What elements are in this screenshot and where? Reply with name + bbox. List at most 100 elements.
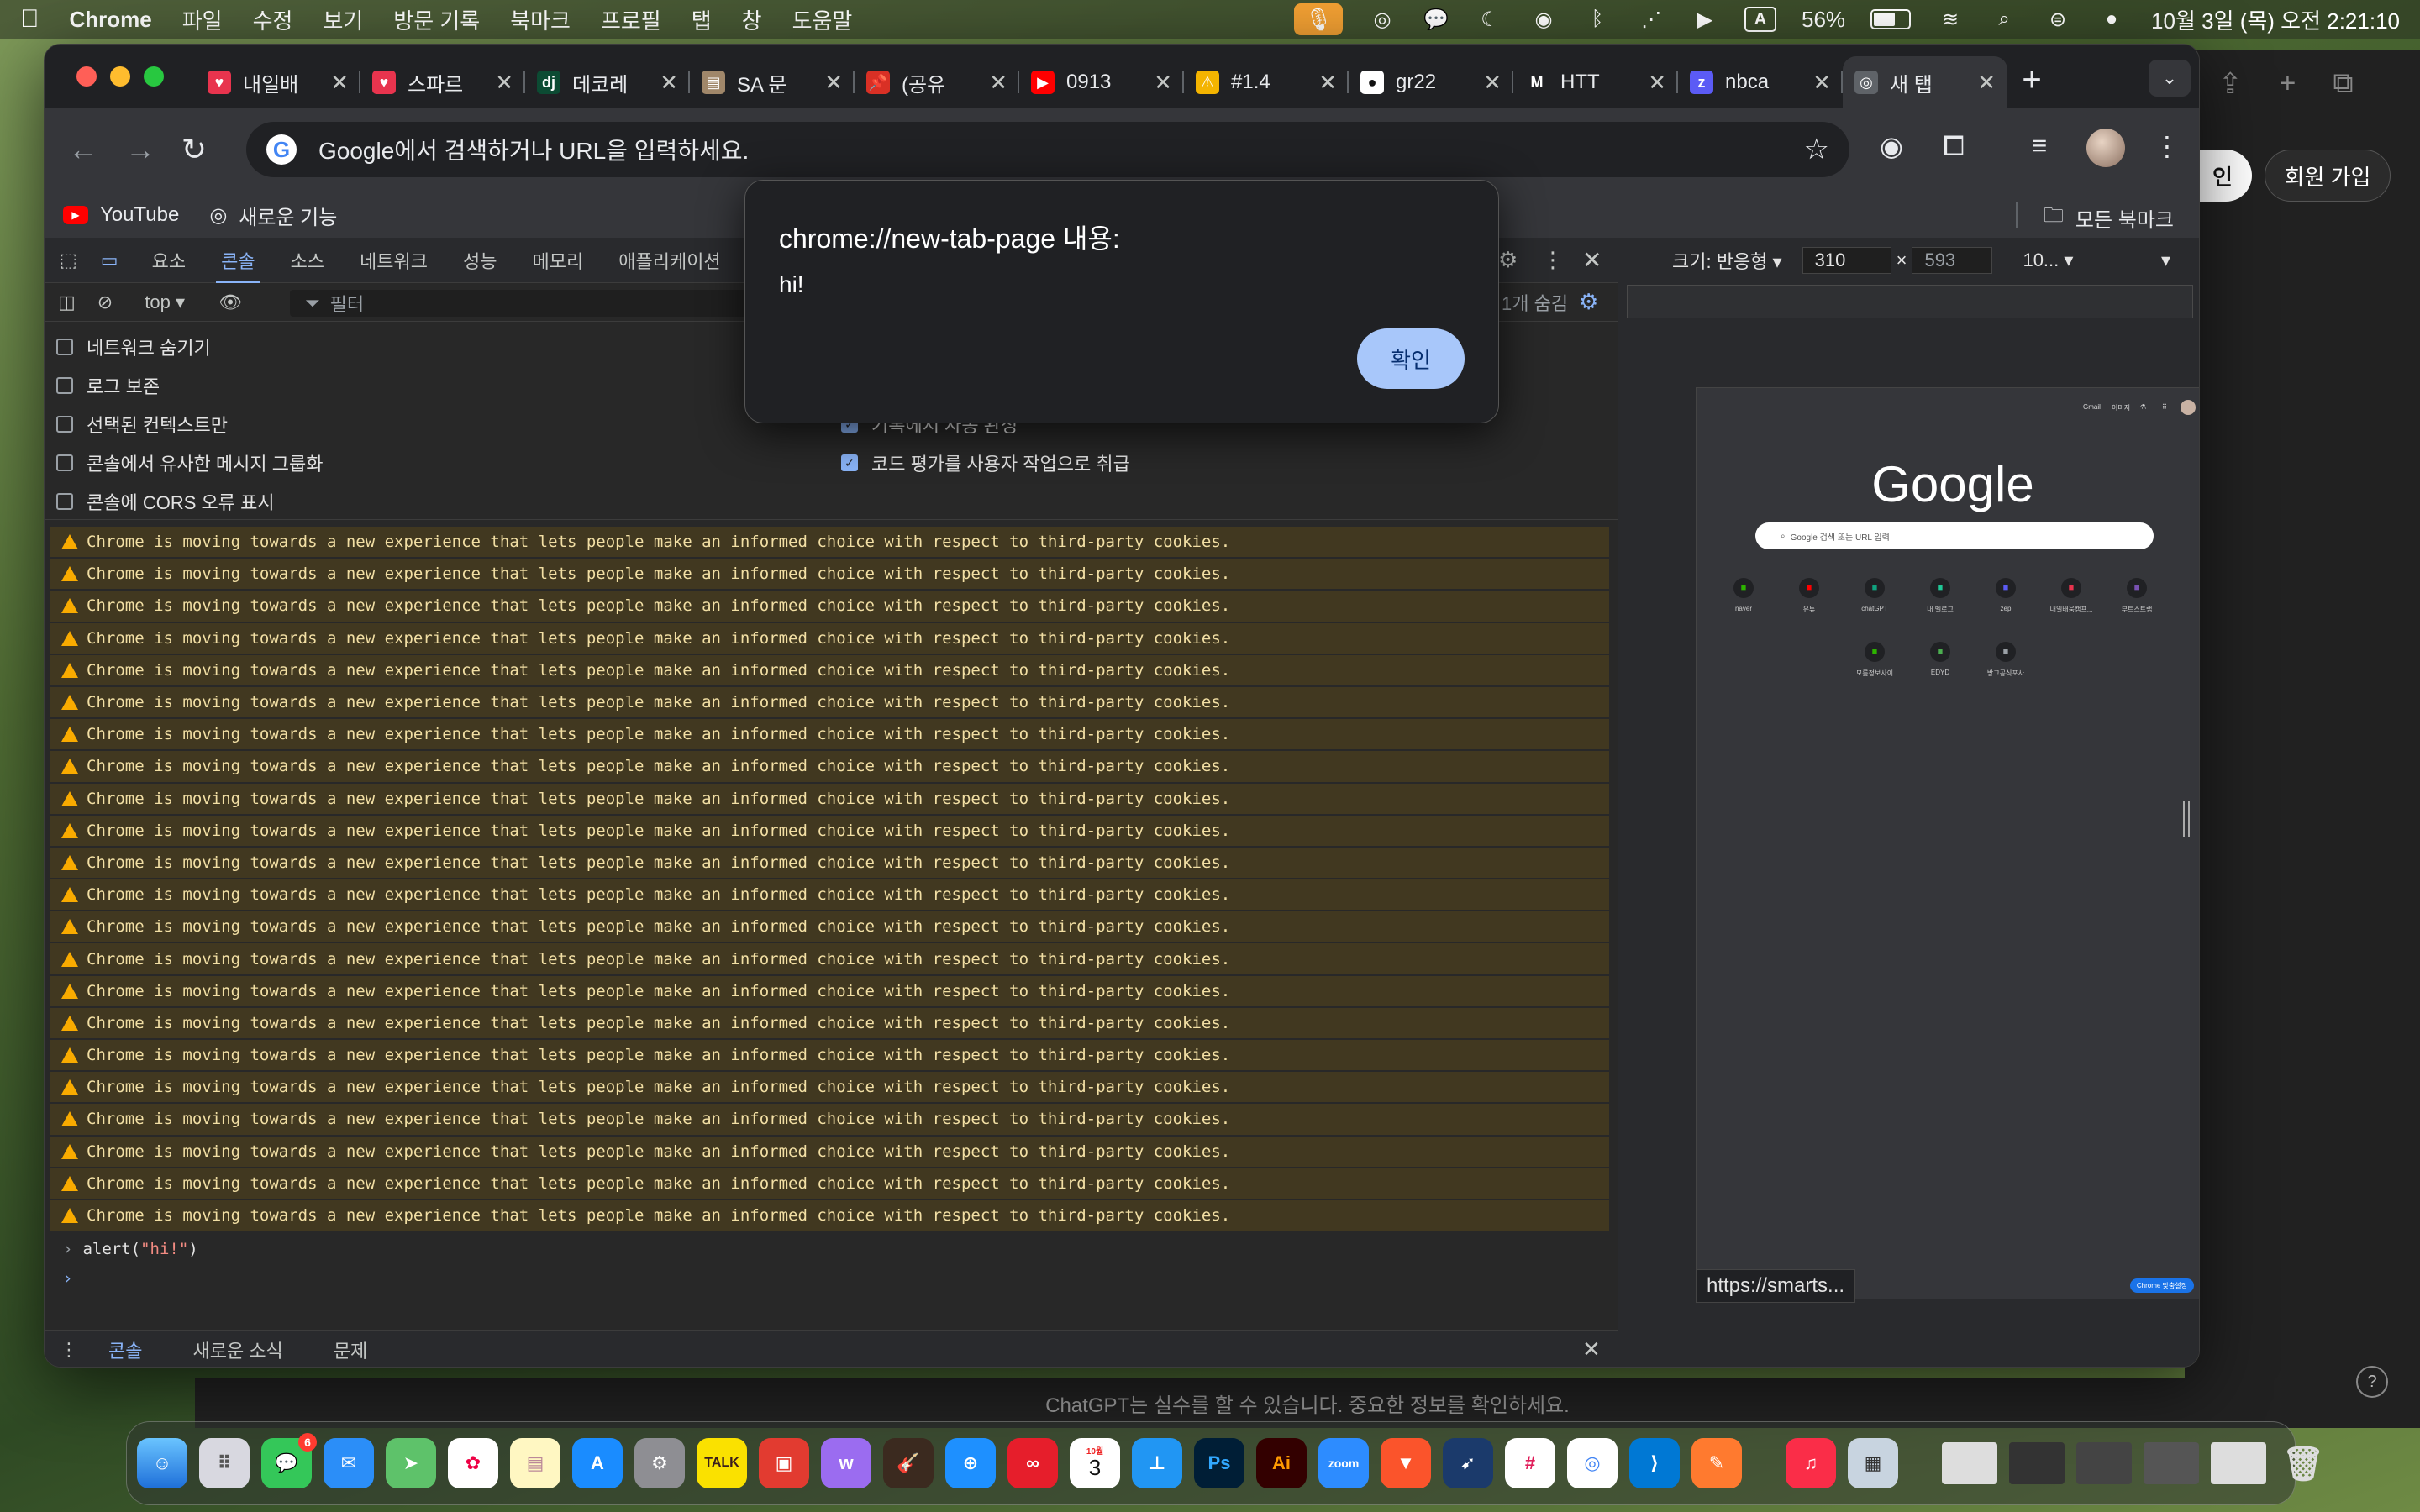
checkbox[interactable]: [56, 416, 73, 433]
dimension-selector[interactable]: 크기: 반응형 ▾: [1672, 247, 1782, 274]
more-menu-icon[interactable]: ⋮: [2149, 130, 2186, 162]
setting-eval-user-action[interactable]: ✓ 코드 평가를 사용자 작업으로 취급: [841, 449, 1130, 476]
bookmark-youtube[interactable]: ▶ YouTube: [63, 203, 179, 227]
console-warning-row[interactable]: Chrome is moving towards a new experienc…: [50, 1200, 1609, 1233]
gmail-link[interactable]: Gmail: [2083, 403, 2101, 411]
setting-preserve-log[interactable]: 로그 보존: [56, 372, 160, 399]
microphone-icon[interactable]: 🎙: [1294, 3, 1343, 35]
setting-cors-errors[interactable]: 콘솔에 CORS 오류 표시: [56, 488, 275, 515]
apps-grid-icon[interactable]: ⠿: [2162, 403, 2167, 411]
menu-help[interactable]: 도움말: [792, 4, 853, 35]
browser-tab[interactable]: ♥ 내일배 ✕: [196, 56, 360, 108]
garageband-icon[interactable]: 🎸: [883, 1438, 934, 1488]
airdrop-icon[interactable]: ◉: [1529, 7, 1558, 32]
kakaotalk-status-icon[interactable]: 💬: [1422, 7, 1450, 32]
add-icon[interactable]: +: [2280, 67, 2296, 101]
viewport-resize-handle[interactable]: [2183, 801, 2190, 837]
console-warning-row[interactable]: Chrome is moving towards a new experienc…: [50, 911, 1609, 944]
browser-tab[interactable]: ▶ 0913 ✕: [1019, 56, 1184, 108]
share-icon[interactable]: ⇪: [2218, 67, 2243, 101]
console-warning-row[interactable]: Chrome is moving towards a new experienc…: [50, 1136, 1609, 1168]
tab-close-icon[interactable]: ✕: [1812, 70, 1831, 96]
tabs-overview-icon[interactable]: ⧉: [2333, 67, 2353, 101]
drawer-tab-issues[interactable]: 문제: [334, 1331, 367, 1368]
app-menu-chrome[interactable]: Chrome: [70, 7, 152, 33]
width-input[interactable]: 310: [1802, 247, 1891, 274]
siri-icon[interactable]: ●: [2097, 7, 2126, 32]
tab-active[interactable]: ◎ 새 탭 ✕: [1843, 56, 2007, 108]
zoom-selector[interactable]: 10... ▾: [2023, 249, 2073, 271]
console-prompt-input[interactable]: ›: [45, 1266, 1618, 1284]
tab-close-icon[interactable]: ✕: [1154, 70, 1172, 96]
app-purple-icon[interactable]: w: [821, 1438, 871, 1488]
ntp-shortcut[interactable]: ■ 방고공식포사: [1981, 642, 2031, 678]
tab-close-icon[interactable]: ✕: [495, 70, 513, 96]
close-devtools-icon[interactable]: ✕: [1582, 246, 1602, 274]
media-query-ruler[interactable]: [1627, 285, 2193, 318]
window-close-button[interactable]: [76, 66, 97, 87]
vscode-icon[interactable]: ⟩: [1629, 1438, 1680, 1488]
wifi-icon[interactable]: ≋: [1936, 7, 1965, 32]
tab-sources[interactable]: 소스: [291, 238, 324, 283]
tab-memory[interactable]: 메모리: [533, 238, 584, 283]
profile-avatar[interactable]: [2086, 129, 2125, 167]
creative-cloud-icon[interactable]: ∞: [1007, 1438, 1058, 1488]
app-store-icon[interactable]: A: [572, 1438, 623, 1488]
ntp-shortcut[interactable]: ■ 모름정보사이: [1849, 642, 1900, 678]
close-drawer-icon[interactable]: ✕: [1582, 1336, 1601, 1362]
extensions-puzzle-icon[interactable]: ⧠: [1935, 130, 1972, 162]
kakaotalk-icon[interactable]: TALK: [697, 1438, 747, 1488]
tab-close-icon[interactable]: ✕: [660, 70, 678, 96]
height-input[interactable]: 593: [1912, 247, 1993, 274]
menubar-clock[interactable]: 10월 3일 (목) 오전 2:21:10: [2151, 4, 2400, 35]
minimized-window-thumbnail[interactable]: [2211, 1442, 2266, 1484]
setting-group-similar[interactable]: 콘솔에서 유사한 메시지 그룹화: [56, 449, 323, 476]
tab-performance[interactable]: 성능: [463, 238, 497, 283]
minimized-window-thumbnail[interactable]: [1942, 1442, 1997, 1484]
login-button[interactable]: 인: [2193, 150, 2252, 202]
menu-window[interactable]: 창: [742, 4, 762, 35]
tab-close-icon[interactable]: ✕: [1648, 70, 1666, 96]
mini-avatar[interactable]: [2181, 400, 2196, 415]
zoom-icon[interactable]: zoom: [1318, 1438, 1369, 1488]
ntp-search-box[interactable]: ⌕ Google 검색 또는 URL 입력: [1755, 522, 2154, 549]
checkbox[interactable]: [56, 493, 73, 510]
trash-icon[interactable]: 🗑: [2278, 1438, 2328, 1488]
console-warning-row[interactable]: Chrome is moving towards a new experienc…: [50, 654, 1609, 687]
battery-icon[interactable]: [1870, 9, 1912, 29]
menu-tab[interactable]: 탭: [692, 4, 712, 35]
window-zoom-button[interactable]: [144, 66, 164, 87]
menu-profiles[interactable]: 프로필: [601, 4, 661, 35]
chatgpt-status-icon[interactable]: ◎: [1368, 7, 1397, 32]
menu-bookmarks[interactable]: 북마크: [510, 4, 571, 35]
music-icon[interactable]: ♫: [1786, 1438, 1836, 1488]
tab-close-icon[interactable]: ✕: [989, 70, 1007, 96]
customize-chrome-button[interactable]: Chrome 맞춤설정: [2129, 1278, 2194, 1293]
focus-moon-icon[interactable]: ☾: [1476, 7, 1504, 32]
tab-close-icon[interactable]: ✕: [1977, 70, 1996, 96]
system-settings-icon[interactable]: ⚙: [634, 1438, 685, 1488]
bookmark-whats-new[interactable]: ◎ 새로운 기능: [209, 201, 337, 230]
console-warning-row[interactable]: Chrome is moving towards a new experienc…: [50, 1168, 1609, 1200]
setting-selected-context[interactable]: 선택된 컨텍스트만: [56, 411, 228, 438]
console-warning-row[interactable]: Chrome is moving towards a new experienc…: [50, 879, 1609, 912]
console-warning-row[interactable]: Chrome is moving towards a new experienc…: [50, 1040, 1609, 1073]
console-warning-row[interactable]: Chrome is moving towards a new experienc…: [50, 847, 1609, 880]
console-settings-gear-icon[interactable]: ⚙: [1579, 289, 1598, 315]
console-warning-row[interactable]: Chrome is moving towards a new experienc…: [50, 815, 1609, 848]
illustrator-icon[interactable]: Ai: [1256, 1438, 1307, 1488]
browser-tab[interactable]: ⚠ #1.4 ✕: [1184, 56, 1349, 108]
play-icon[interactable]: ▶: [1691, 7, 1719, 32]
new-tab-button[interactable]: +: [2011, 61, 2053, 99]
live-expression-eye-icon[interactable]: 👁: [218, 291, 242, 313]
tab-application[interactable]: 애플리케이션: [618, 238, 720, 283]
browser-tab[interactable]: dj 데코레 ✕: [525, 56, 690, 108]
minimized-window-thumbnail[interactable]: [2076, 1442, 2132, 1484]
slack-icon[interactable]: #: [1505, 1438, 1555, 1488]
setting-hide-network[interactable]: 네트워크 숨기기: [56, 333, 211, 360]
preview-icon[interactable]: ▦: [1848, 1438, 1898, 1488]
console-warning-row[interactable]: Chrome is moving towards a new experienc…: [50, 686, 1609, 720]
console-warning-row[interactable]: Chrome is moving towards a new experienc…: [50, 1104, 1609, 1137]
browser-tab[interactable]: ● gr22 ✕: [1349, 56, 1513, 108]
tab-close-icon[interactable]: ✕: [1483, 70, 1502, 96]
